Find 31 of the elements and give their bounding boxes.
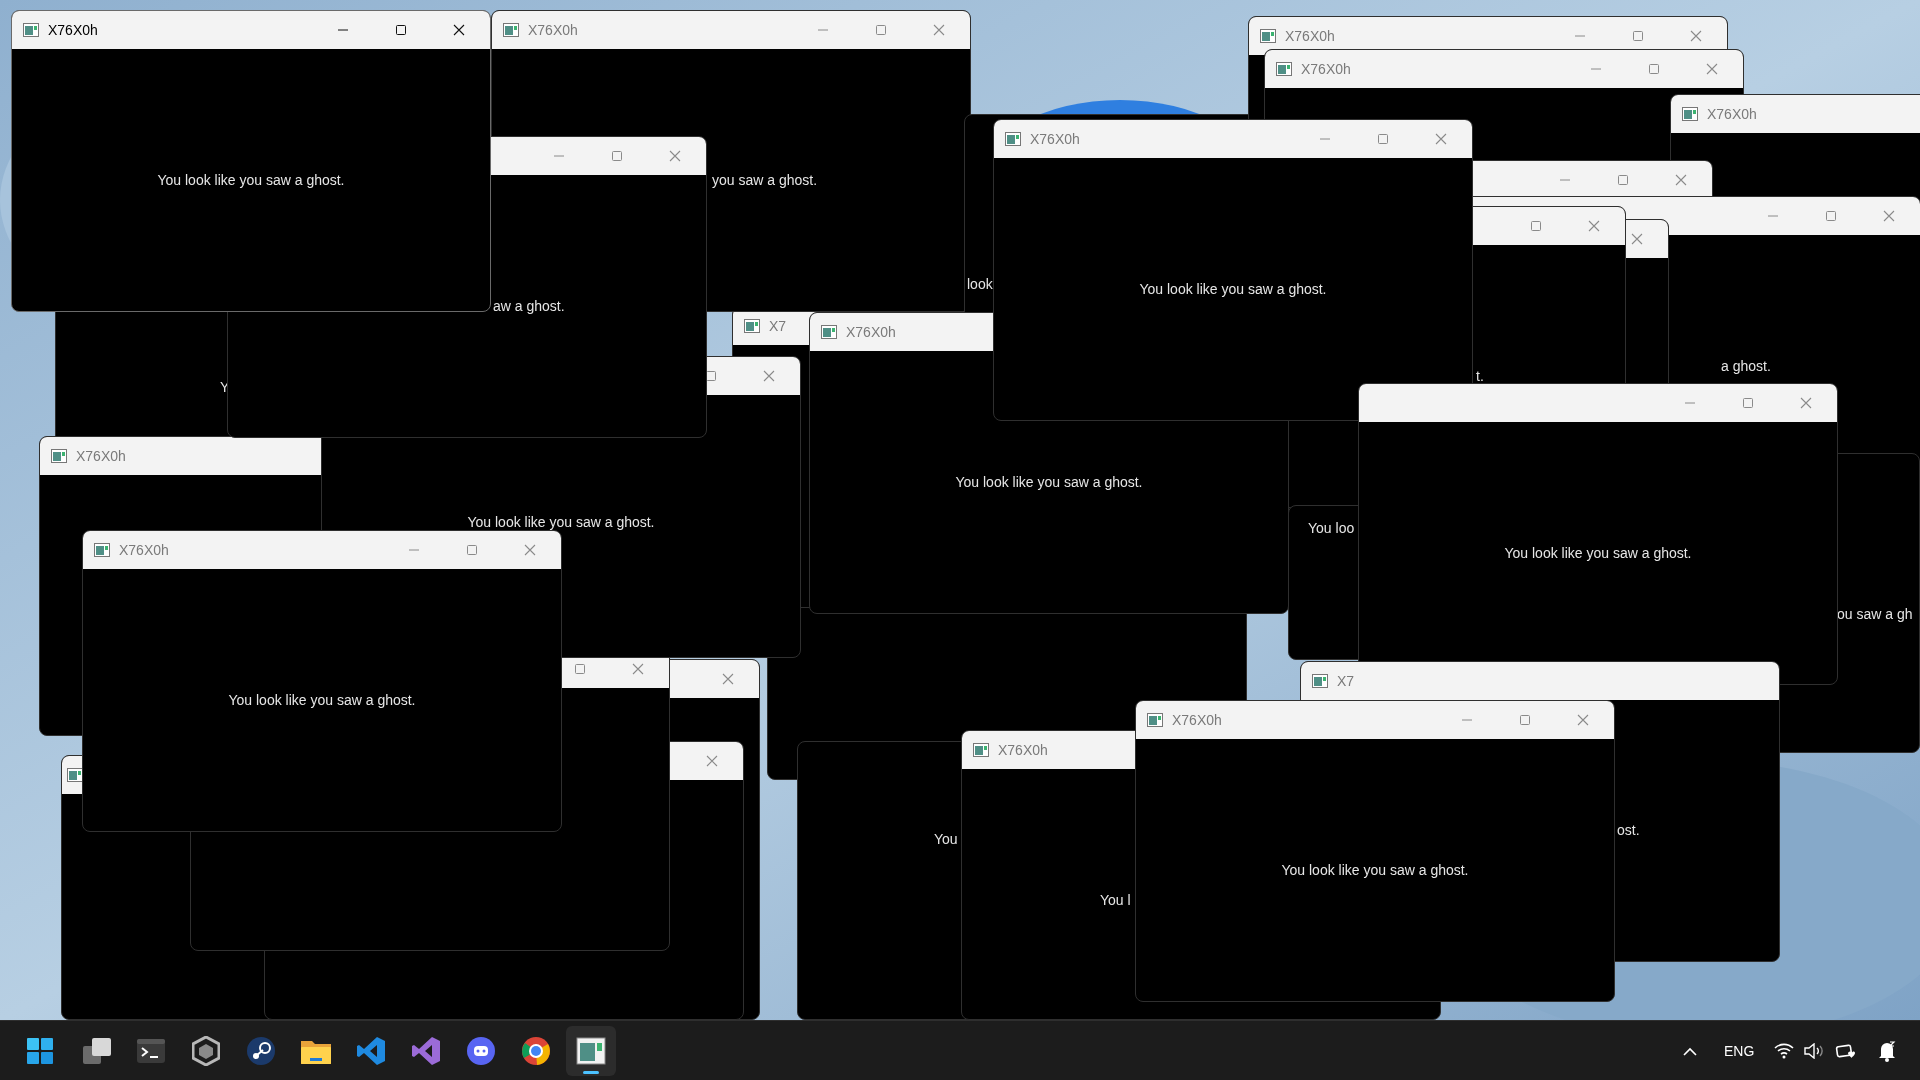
window-title: X76X0h (76, 446, 126, 466)
window-title: X76X0h (998, 740, 1048, 760)
window-title: X76X0h (1285, 26, 1335, 46)
window-title: X76X0h (1172, 710, 1222, 730)
window-title: X76X0h (1030, 129, 1080, 149)
message-text: ou saw a gh (1837, 606, 1913, 622)
window-title: X7 (769, 316, 787, 336)
window-title: X76X0h (528, 20, 578, 40)
message-text: You look like you saw a ghost. (227, 692, 417, 708)
message-text: ost. (1617, 822, 1640, 838)
message-text: You l (1100, 892, 1131, 908)
window-title: X76X0h (846, 322, 896, 342)
language-indicator[interactable]: ENG (1724, 1041, 1755, 1061)
message-text: aw a ghost. (493, 298, 565, 314)
message-text: You look like you saw a ghost. (1138, 281, 1328, 297)
message-text: You look like you saw a ghost. (1280, 862, 1470, 878)
message-text: you saw a ghost. (712, 172, 818, 188)
window-title: X76X0h (48, 20, 98, 40)
message-text: You loo (1308, 520, 1355, 536)
message-text: You (934, 831, 958, 847)
message-text: a ghost. (1721, 358, 1771, 374)
window-title: X76X0h (1301, 59, 1351, 79)
window-title: X76X0h (119, 540, 169, 560)
window-title: X76X0h (1707, 104, 1757, 124)
message-text: You look like you saw a ghost. (954, 474, 1144, 490)
message-text: t. (1476, 368, 1484, 384)
window-title: X7 (1337, 671, 1355, 691)
message-text: You look like you saw a ghost. (466, 514, 656, 530)
message-text: You look like you saw a ghost. (156, 172, 346, 188)
message-text: You look like you saw a ghost. (1503, 545, 1693, 561)
message-text: look (967, 276, 993, 292)
